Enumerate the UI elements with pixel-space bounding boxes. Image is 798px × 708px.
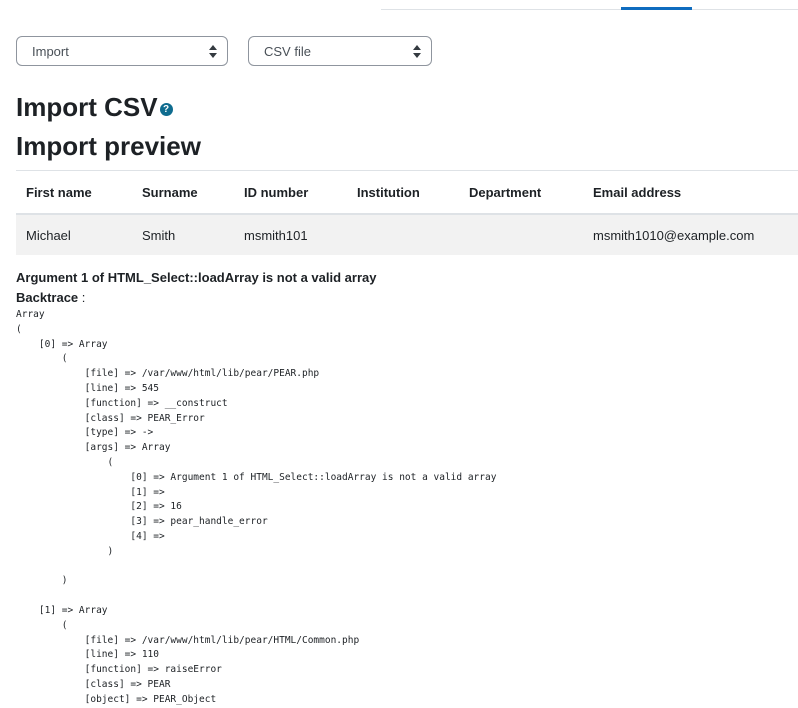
column-header-first-name: First name [16,170,132,215]
tab-active-indicator[interactable] [621,0,692,10]
cell-first-name: Michael [16,213,132,255]
column-header-department: Department [459,170,583,215]
page-title: Import CSV ? [16,92,173,123]
cell-id-number: msmith101 [234,213,347,255]
help-icon[interactable]: ? [159,102,173,116]
import-format-select[interactable]: CSV file [248,36,432,66]
section-title: Import preview [16,131,201,161]
table-row: Michael Smith msmith101 msmith1010@examp… [16,213,798,255]
import-action-select[interactable]: Import [16,36,228,66]
cell-surname: Smith [132,213,234,255]
select-caret-icon [209,45,217,59]
import-preview-table: First name Surname ID number Institution… [16,170,798,255]
backtrace-heading: Backtrace : [16,290,85,305]
backtrace-dump: Array ( [0] => Array ( [file] => /var/ww… [16,309,497,705]
import-action-select-value: Import [32,43,69,59]
cell-email: msmith1010@example.com [583,213,798,255]
column-header-id-number: ID number [234,170,347,215]
backtrace-label: Backtrace [16,290,79,305]
tab-bar [381,0,798,10]
error-message: Argument 1 of HTML_Select::loadArray is … [16,270,377,285]
backtrace-separator: : [78,290,86,305]
table-header-row: First name Surname ID number Institution… [16,170,798,215]
page-title-text: Import CSV [16,92,158,122]
select-caret-icon [413,45,421,59]
column-header-email: Email address [583,170,798,215]
column-header-surname: Surname [132,170,234,215]
column-header-institution: Institution [347,170,459,215]
cell-institution [347,213,459,255]
cell-department [459,213,583,255]
import-format-select-value: CSV file [264,43,311,59]
